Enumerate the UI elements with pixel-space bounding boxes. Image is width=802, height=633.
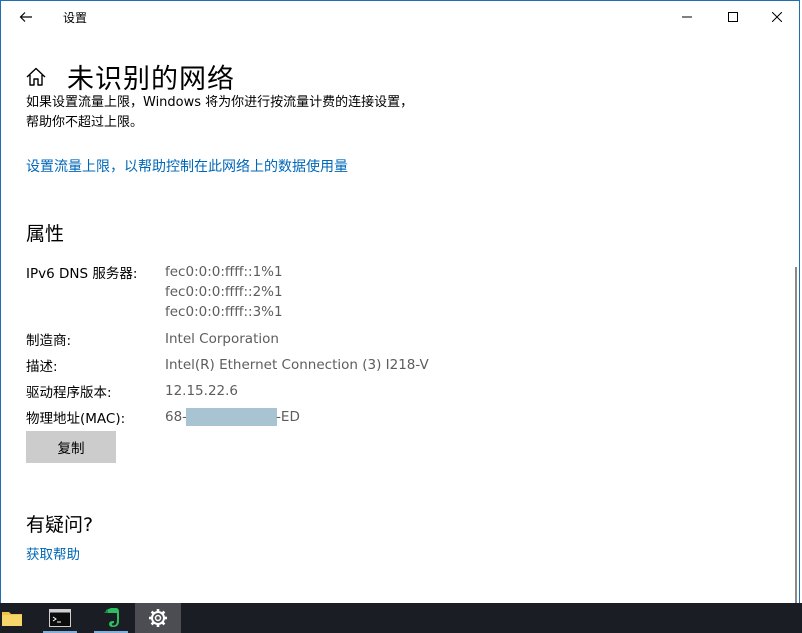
maximize-button[interactable] [710, 1, 756, 33]
driver-version-label: 驱动程序版本: [26, 385, 112, 401]
mac-redaction-mask [186, 408, 278, 426]
description-line-2: 帮助你不超过上限。 [26, 115, 144, 130]
ipv6-dns-values: fec0:0:0:ffff::1%1 fec0:0:0:ffff::2%1 fe… [165, 262, 283, 322]
set-data-limit-link[interactable]: 设置流量上限，以帮助控制在此网络上的数据使用量 [26, 156, 348, 176]
mac-prefix: 68- [165, 409, 188, 425]
taskbar-evernote[interactable] [88, 603, 134, 633]
maximize-icon [728, 12, 738, 22]
back-arrow-icon [19, 12, 32, 22]
description-label: 描述: [26, 359, 58, 375]
close-button[interactable] [754, 1, 800, 33]
page-header: 未识别的网络 [25, 57, 235, 96]
copy-button[interactable]: 复制 [26, 431, 116, 463]
title-bar: 设置 [1, 1, 799, 33]
minimize-button[interactable] [664, 1, 710, 33]
taskbar-command-prompt[interactable] [37, 603, 83, 633]
settings-window: 设置 未识别的网络 如果设置流量上限，Windows 将为你进行按流量计费的连接… [0, 0, 800, 607]
manufacturer-value: Intel Corporation [165, 331, 279, 347]
manufacturer-label: 制造商: [26, 333, 72, 349]
settings-gear-icon [149, 609, 167, 627]
ipv6-dns-value-2: fec0:0:0:ffff::2%1 [165, 284, 283, 300]
mac-address-label: 物理地址(MAC): [26, 411, 126, 427]
taskbar-file-explorer[interactable] [0, 603, 35, 633]
command-prompt-icon [49, 609, 71, 627]
get-help-link[interactable]: 获取帮助 [26, 543, 80, 563]
help-heading: 有疑问? [26, 514, 94, 536]
mac-suffix: -ED [276, 409, 300, 425]
description-value: Intel(R) Ethernet Connection (3) I218-V [165, 357, 429, 373]
taskbar [0, 603, 802, 633]
home-icon[interactable] [25, 66, 47, 88]
ipv6-dns-value-1: fec0:0:0:ffff::1%1 [165, 264, 283, 280]
page-title: 未识别的网络 [67, 64, 235, 95]
ipv6-dns-label: IPv6 DNS 服务器: [26, 266, 138, 282]
ipv6-dns-value-3: fec0:0:0:ffff::3%1 [165, 304, 283, 320]
metered-description: 如果设置流量上限，Windows 将为你进行按流量计费的连接设置， 帮助你不超过… [26, 93, 486, 133]
file-explorer-icon [2, 612, 22, 626]
close-icon [772, 12, 782, 22]
taskbar-settings[interactable] [135, 603, 181, 633]
scrollbar[interactable] [795, 267, 797, 607]
mac-address-value: 68- -ED [165, 407, 300, 427]
window-title: 设置 [63, 11, 88, 25]
minimize-icon [682, 16, 692, 18]
description-line-1: 如果设置流量上限，Windows 将为你进行按流量计费的连接设置， [26, 95, 414, 110]
back-button[interactable] [11, 5, 41, 29]
evernote-icon [104, 608, 119, 627]
driver-version-value: 12.15.22.6 [165, 383, 238, 399]
properties-heading: 属性 [26, 223, 65, 245]
